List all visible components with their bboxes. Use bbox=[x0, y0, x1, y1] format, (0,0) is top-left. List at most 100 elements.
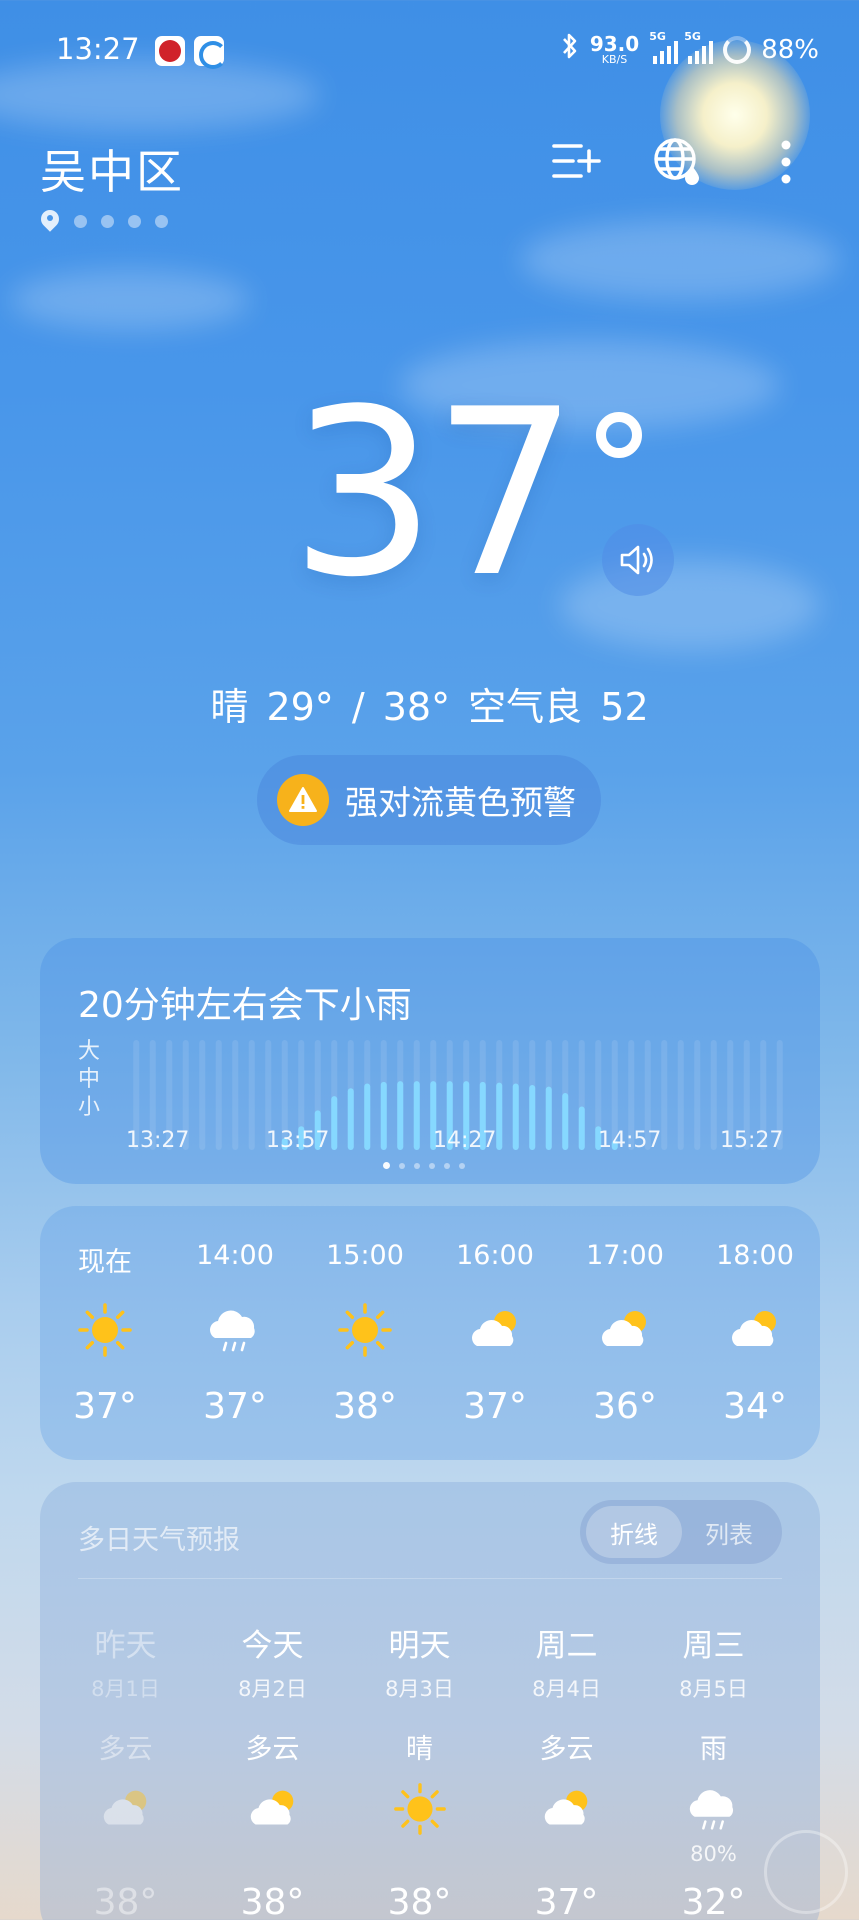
day-date: 8月1日 bbox=[91, 1677, 160, 1701]
daily-item[interactable]: 明天 8月3日 晴 38° bbox=[346, 1620, 493, 1920]
daily-forecast-row: 昨天 8月1日 多云 38° 今天 8月2日 多云 38° 明天 8月3日 晴 … bbox=[40, 1620, 820, 1920]
hourly-temp: 38° bbox=[333, 1386, 397, 1427]
cloud-decoration bbox=[560, 560, 820, 650]
location-title[interactable]: 吴中区 bbox=[40, 136, 184, 202]
day-name: 今天 bbox=[241, 1628, 304, 1664]
china-merchants-bank-icon bbox=[155, 36, 185, 66]
weather-alert-button[interactable]: 强对流黄色预警 bbox=[257, 755, 601, 845]
network-speed-value: 93.0 bbox=[589, 32, 640, 56]
rain-icon bbox=[685, 1780, 743, 1838]
day-high-temp: 38° bbox=[240, 1882, 305, 1920]
status-indicators: 93.0 KB/S 5G 5G 88% bbox=[560, 29, 819, 67]
precip-time-label: 15:27 bbox=[720, 1128, 784, 1153]
day-name: 周二 bbox=[535, 1628, 598, 1664]
precip-bar bbox=[545, 1086, 552, 1150]
hourly-time: 15:00 bbox=[326, 1240, 404, 1271]
daily-forecast-title: 多日天气预报 bbox=[78, 1525, 240, 1556]
precip-bar-track bbox=[661, 1040, 668, 1150]
weather-summary: 晴 29° / 38° 空气良 52 bbox=[210, 685, 649, 729]
hourly-item: 17:00 36° bbox=[560, 1240, 690, 1427]
signal-label: 5G bbox=[649, 29, 666, 43]
toggle-list-view[interactable]: 列表 bbox=[682, 1506, 776, 1558]
daily-item[interactable]: 周二 8月4日 多云 37° bbox=[493, 1620, 640, 1920]
hourly-temp: 37° bbox=[463, 1386, 527, 1427]
speaker-icon bbox=[620, 545, 653, 575]
precip-bar-track bbox=[199, 1040, 206, 1150]
partly-cloudy-icon bbox=[97, 1780, 155, 1838]
cloud-decoration bbox=[10, 270, 250, 330]
precip-bar-track bbox=[694, 1040, 701, 1150]
level-heavy: 大 bbox=[78, 1039, 101, 1064]
day-condition: 多云 bbox=[245, 1734, 300, 1765]
hourly-forecast-row: 现在 37° 14:00 37° 15:00 38° 16:00 37° 17:… bbox=[40, 1240, 820, 1427]
precipitation-levels: 大 中 小 bbox=[78, 1038, 100, 1122]
hourly-temp: 36° bbox=[593, 1386, 657, 1427]
precip-bar-track bbox=[710, 1040, 717, 1150]
sun-icon bbox=[75, 1300, 135, 1360]
more-button[interactable] bbox=[756, 132, 816, 192]
hourly-time: 17:00 bbox=[586, 1240, 664, 1271]
precip-bar bbox=[413, 1081, 420, 1150]
precip-bar-track bbox=[677, 1040, 684, 1150]
day-name: 明天 bbox=[388, 1628, 451, 1664]
view-toggle[interactable]: 折线 列表 bbox=[580, 1500, 782, 1564]
location-pin-icon bbox=[40, 210, 60, 232]
hourly-forecast-card[interactable]: 现在 37° 14:00 37° 15:00 38° 16:00 37° 17:… bbox=[40, 1206, 820, 1460]
level-light: 小 bbox=[78, 1095, 101, 1120]
browser-app-icon bbox=[194, 36, 227, 69]
hourly-time: 14:00 bbox=[196, 1240, 274, 1271]
precipitation-card[interactable]: 20分钟左右会下小雨 大 中 小 13:27 13:57 14:27 14:57… bbox=[40, 938, 820, 1184]
precip-bar bbox=[578, 1106, 585, 1150]
alert-text: 强对流黄色预警 bbox=[345, 783, 576, 822]
partly-cloudy-icon bbox=[465, 1300, 525, 1360]
hourly-time: 16:00 bbox=[456, 1240, 534, 1271]
hourly-item: 16:00 37° bbox=[430, 1240, 560, 1427]
sun-icon bbox=[335, 1300, 395, 1360]
daily-item[interactable]: 昨天 8月1日 多云 38° bbox=[52, 1620, 199, 1920]
sun-icon bbox=[391, 1780, 449, 1838]
precip-pager bbox=[383, 1162, 465, 1169]
day-condition: 多云 bbox=[539, 1734, 594, 1765]
bluetooth-icon bbox=[560, 32, 580, 67]
day-condition: 雨 bbox=[700, 1734, 727, 1765]
city-page-dot bbox=[74, 214, 87, 228]
add-city-button[interactable] bbox=[546, 132, 606, 192]
city-page-dot bbox=[101, 214, 114, 228]
current-temperature: 37 bbox=[290, 361, 579, 628]
rain-icon bbox=[205, 1300, 265, 1360]
precip-bar bbox=[347, 1088, 354, 1150]
day-high-temp: 38° bbox=[93, 1882, 158, 1920]
day-condition: 多云 bbox=[98, 1734, 153, 1765]
day-date: 8月3日 bbox=[385, 1677, 454, 1701]
precip-bar-track bbox=[248, 1040, 255, 1150]
day-high-temp: 37° bbox=[534, 1882, 599, 1920]
precip-time-label: 14:57 bbox=[598, 1128, 662, 1153]
precip-bar bbox=[331, 1096, 338, 1150]
partly-cloudy-icon bbox=[538, 1780, 596, 1838]
day-high-temp: 32° bbox=[681, 1882, 746, 1920]
cloud-decoration bbox=[520, 220, 840, 300]
voice-broadcast-button[interactable] bbox=[602, 524, 674, 596]
network-speed-unit: KB/S bbox=[601, 53, 628, 66]
level-medium: 中 bbox=[78, 1067, 101, 1092]
status-time: 13:27 bbox=[56, 32, 140, 66]
day-name: 周三 bbox=[682, 1628, 745, 1664]
city-pager[interactable] bbox=[40, 210, 168, 232]
globe-button[interactable] bbox=[648, 132, 708, 192]
hourly-temp: 37° bbox=[203, 1386, 267, 1427]
globe-icon bbox=[654, 138, 699, 185]
hourly-item: 15:00 38° bbox=[300, 1240, 430, 1427]
partly-cloudy-icon bbox=[244, 1780, 302, 1838]
toggle-line-view[interactable]: 折线 bbox=[586, 1506, 682, 1558]
day-date: 8月5日 bbox=[679, 1677, 748, 1701]
day-high-temp: 38° bbox=[387, 1882, 452, 1920]
daily-item[interactable]: 今天 8月2日 多云 38° bbox=[199, 1620, 346, 1920]
daily-forecast-card[interactable]: 多日天气预报 折线 列表 昨天 8月1日 多云 38° 今天 8月2日 多云 3… bbox=[40, 1482, 820, 1920]
day-precip-probability: 80% bbox=[690, 1842, 737, 1866]
day-date: 8月4日 bbox=[532, 1677, 601, 1701]
hourly-item: 14:00 37° bbox=[170, 1240, 300, 1427]
hourly-time: 现在 bbox=[78, 1247, 132, 1278]
precipitation-title: 20分钟左右会下小雨 bbox=[78, 985, 412, 1026]
network-speed: 93.0 KB/S bbox=[590, 34, 639, 65]
signal-label: 5G bbox=[684, 29, 701, 43]
